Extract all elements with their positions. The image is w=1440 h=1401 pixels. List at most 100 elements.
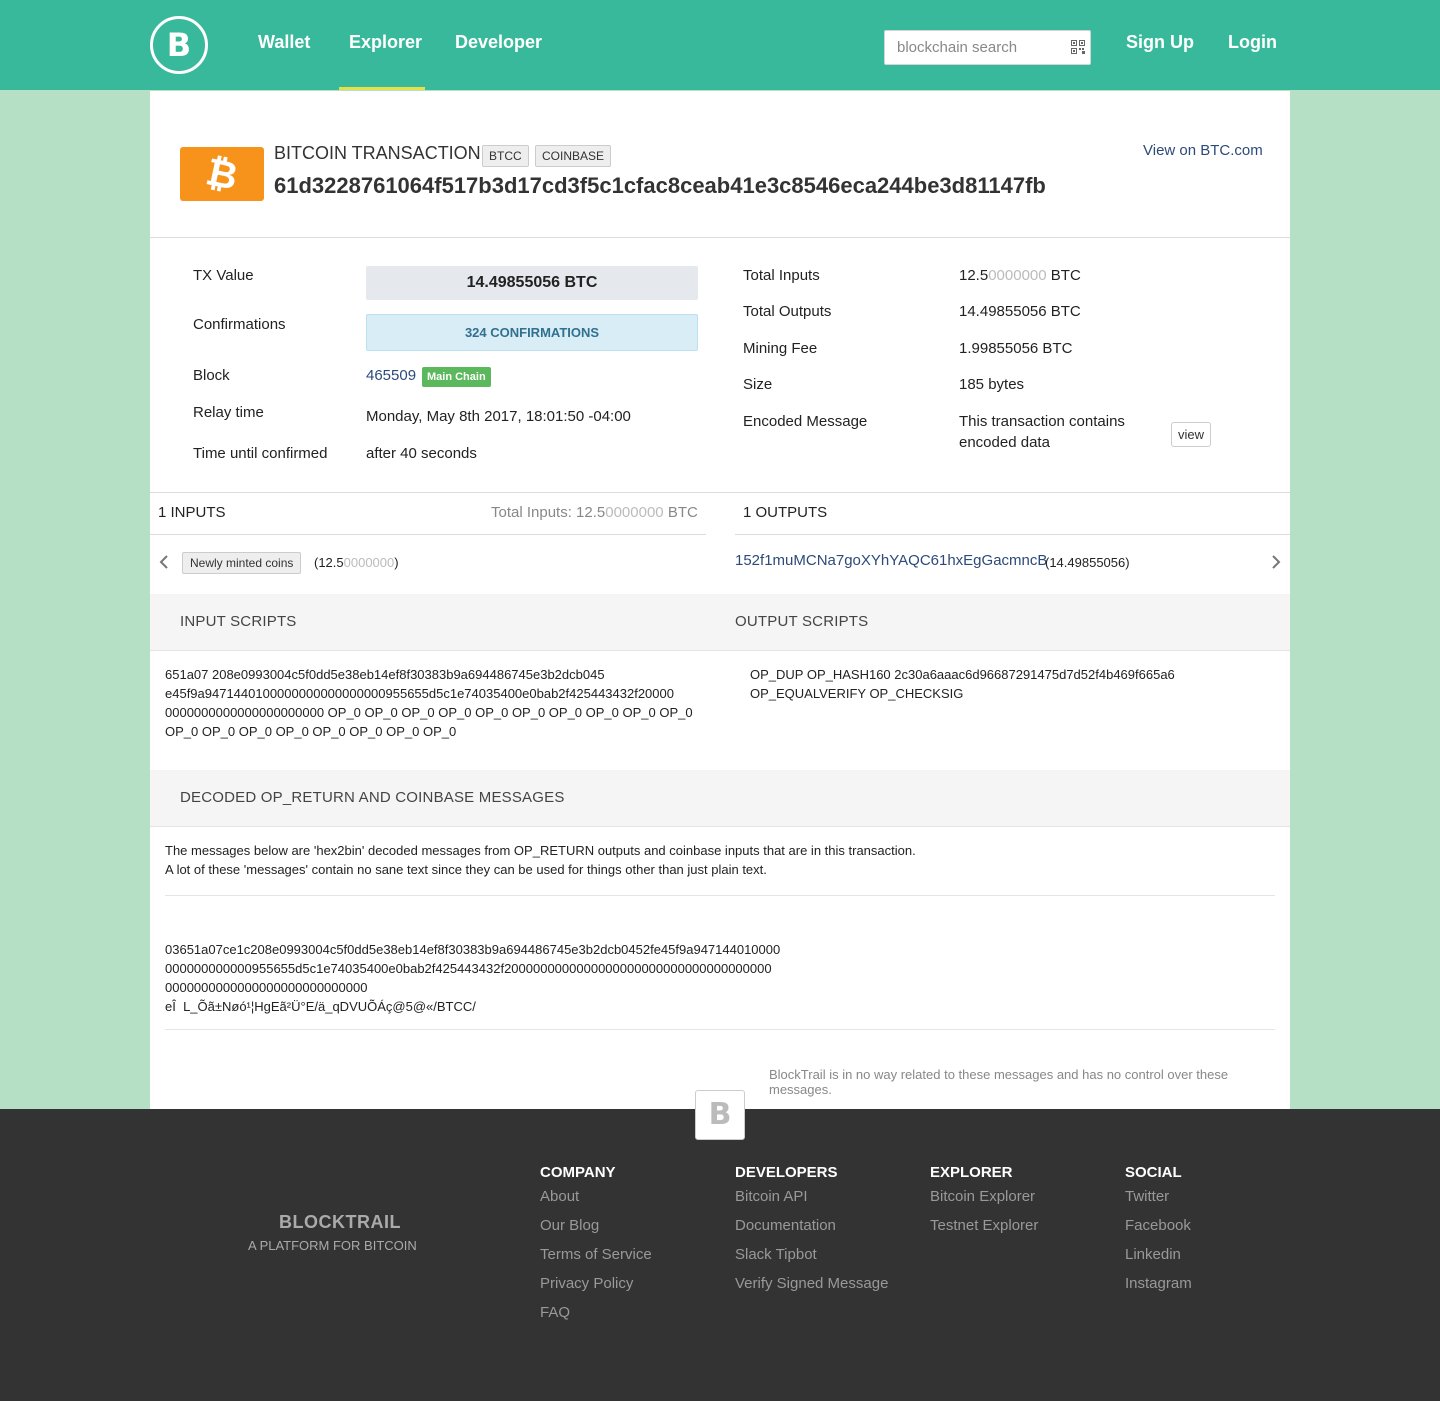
search-input[interactable] xyxy=(885,31,1065,64)
footer-link-bitcoin-api[interactable]: Bitcoin API xyxy=(735,1188,808,1205)
decoded-title: DECODED OP_RETURN AND COINBASE MESSAGES xyxy=(180,789,565,806)
tx-value-label: TX Value xyxy=(193,267,254,284)
input-amount-close: ) xyxy=(394,555,399,570)
inputs-total: Total Inputs: 12.50000000 BTC xyxy=(491,504,698,521)
decoded-note-line1: The messages below are 'hex2bin' decoded… xyxy=(165,843,916,858)
time-until-confirmed: after 40 seconds xyxy=(366,445,477,462)
footer-company-title: COMPANY xyxy=(540,1164,616,1181)
total-inputs-value: 12.50000000 BTC xyxy=(959,267,1081,284)
footer-explorer-title: EXPLORER xyxy=(930,1164,1013,1181)
footer-link-faq[interactable]: FAQ xyxy=(540,1304,570,1321)
decoded-note-line2: A lot of these 'messages' contain no san… xyxy=(165,862,767,877)
total-outputs-value: 14.49855056 BTC xyxy=(959,303,1081,320)
footer-brand: BLOCKTRAIL xyxy=(279,1212,401,1232)
input-amount-main: (12.5 xyxy=(314,555,344,570)
divider xyxy=(735,534,1290,535)
total-inputs-label: Total Inputs xyxy=(743,267,820,284)
signup-link[interactable]: Sign Up xyxy=(1126,32,1194,53)
confirmations-label: Confirmations xyxy=(193,316,286,333)
total-inputs-main: 12.5 xyxy=(959,267,989,284)
inputs-total-prefix: Total Inputs: 12.5 xyxy=(491,504,606,521)
decoded-message-line: 03651a07ce1c208e0993004c5f0dd5e38eb14ef8… xyxy=(165,942,781,957)
footer-logo[interactable]: B xyxy=(695,1090,745,1140)
footer-link-twitter[interactable]: Twitter xyxy=(1125,1188,1169,1205)
nav-developer[interactable]: Developer xyxy=(455,32,542,53)
inputs-total-unit: BTC xyxy=(663,504,698,521)
total-inputs-dim: 0000000 xyxy=(988,267,1047,284)
pool-badge: BTCC xyxy=(482,145,529,167)
footer: B BLOCKTRAIL A PLATFORM FOR BITCOIN COMP… xyxy=(0,1090,1440,1401)
top-navbar: B Wallet Explorer Developer Sign Up Logi… xyxy=(0,0,1440,90)
divider xyxy=(150,237,1290,238)
size-value: 185 bytes xyxy=(959,376,1025,393)
inputs-title: 1 INPUTS xyxy=(158,504,226,521)
qr-code-icon[interactable] xyxy=(1071,40,1085,54)
bitcoin-logo: ₿ xyxy=(180,147,264,201)
divider xyxy=(150,492,1290,493)
footer-link-testnet-explorer[interactable]: Testnet Explorer xyxy=(930,1217,1038,1234)
time-until-confirmed-label: Time until confirmed xyxy=(193,445,328,462)
outputs-title: 1 OUTPUTS xyxy=(743,504,828,521)
footer-link-slack-tipbot[interactable]: Slack Tipbot xyxy=(735,1246,817,1263)
blocktrail-logo[interactable]: B xyxy=(150,16,208,74)
relay-time-label: Relay time xyxy=(193,404,264,421)
input-amount-dim: 0000000 xyxy=(343,555,395,570)
output-scripts-title: OUTPUT SCRIPTS xyxy=(735,613,869,630)
blockchain-search xyxy=(884,30,1091,65)
login-link[interactable]: Login xyxy=(1228,32,1277,53)
chevron-right-icon[interactable] xyxy=(1268,554,1284,570)
footer-link-linkedin[interactable]: Linkedin xyxy=(1125,1246,1181,1263)
footer-link-facebook[interactable]: Facebook xyxy=(1125,1217,1191,1234)
scripts-header: INPUT SCRIPTS OUTPUT SCRIPTS xyxy=(150,594,1290,651)
inputs-total-dim: 0000000 xyxy=(605,504,664,521)
output-script-line: OP_DUP OP_HASH160 2c30a6aaac6d9668729147… xyxy=(750,667,1175,682)
input-script-line: e45f9a9471440100000000000000000955655d5c… xyxy=(165,686,674,701)
newly-minted-badge: Newly minted coins xyxy=(182,552,302,574)
size-label: Size xyxy=(743,376,773,393)
footer-link-terms[interactable]: Terms of Service xyxy=(540,1246,652,1263)
footer-link-bitcoin-explorer[interactable]: Bitcoin Explorer xyxy=(930,1188,1035,1205)
view-on-btc-link[interactable]: View on BTC.com xyxy=(1143,142,1263,159)
footer-link-documentation[interactable]: Documentation xyxy=(735,1217,836,1234)
encoded-message-line1: This transaction contains xyxy=(959,413,1125,430)
nav-explorer[interactable]: Explorer xyxy=(349,32,422,53)
divider xyxy=(150,534,706,535)
footer-link-privacy[interactable]: Privacy Policy xyxy=(540,1275,633,1292)
output-address-link[interactable]: 152f1muMCNa7goXYhYAQC61hxEgGacmncB xyxy=(735,552,1047,569)
output-amount: (14.49855056) xyxy=(1045,555,1130,570)
output-script-line: OP_EQUALVERIFY OP_CHECKSIG xyxy=(750,686,964,701)
decoded-message-line: eÎ L_Õã±Nøó¹¦HgEã²Ü°E/ä_qDVUÕÁç@5@«/BTCC… xyxy=(165,999,476,1014)
transaction-hash: 61d3228761064f517b3d17cd3f5c1cfac8ceab41… xyxy=(274,173,1046,198)
footer-link-verify-message[interactable]: Verify Signed Message xyxy=(735,1275,888,1292)
disclaimer: BlockTrail is in no way related to these… xyxy=(769,1067,1229,1097)
footer-social-title: SOCIAL xyxy=(1125,1164,1182,1181)
footer-link-instagram[interactable]: Instagram xyxy=(1125,1275,1192,1292)
input-script-line: 0000000000000000000000 OP_0 OP_0 OP_0 OP… xyxy=(165,705,693,720)
nav-active-indicator xyxy=(339,87,425,90)
relay-time: Monday, May 8th 2017, 18:01:50 -04:00 xyxy=(366,408,631,425)
logo-letter: B xyxy=(166,26,192,64)
block-link[interactable]: 465509 xyxy=(366,367,416,384)
input-scripts-title: INPUT SCRIPTS xyxy=(180,613,297,630)
nav-wallet[interactable]: Wallet xyxy=(258,32,310,53)
divider xyxy=(165,895,1275,896)
input-amount: (12.50000000) xyxy=(314,555,399,570)
block-label: Block xyxy=(193,367,230,384)
input-script-line: 651a07 208e0993004c5f0dd5e38eb14ef8f3038… xyxy=(165,667,605,682)
decoded-message-line: 0000000000000000000000000000 xyxy=(165,980,368,995)
divider xyxy=(165,1029,1275,1030)
chevron-left-icon[interactable] xyxy=(156,554,172,570)
encoded-message-line2: encoded data xyxy=(959,434,1050,451)
footer-link-about[interactable]: About xyxy=(540,1188,579,1205)
input-script-line: OP_0 OP_0 OP_0 OP_0 OP_0 OP_0 OP_0 OP_0 xyxy=(165,724,457,739)
confirmations-box: 324 CONFIRMATIONS xyxy=(366,314,698,351)
footer-link-blog[interactable]: Our Blog xyxy=(540,1217,599,1234)
view-encoded-button[interactable]: view xyxy=(1171,422,1211,447)
encoded-message-label: Encoded Message xyxy=(743,413,868,430)
transaction-type: BITCOIN TRANSACTION xyxy=(274,143,481,163)
decoded-header: DECODED OP_RETURN AND COINBASE MESSAGES xyxy=(150,770,1290,827)
coinbase-badge: COINBASE xyxy=(535,145,612,167)
total-outputs-label: Total Outputs xyxy=(743,303,832,320)
mining-fee-label: Mining Fee xyxy=(743,340,818,357)
total-inputs-unit: BTC xyxy=(1046,267,1081,284)
